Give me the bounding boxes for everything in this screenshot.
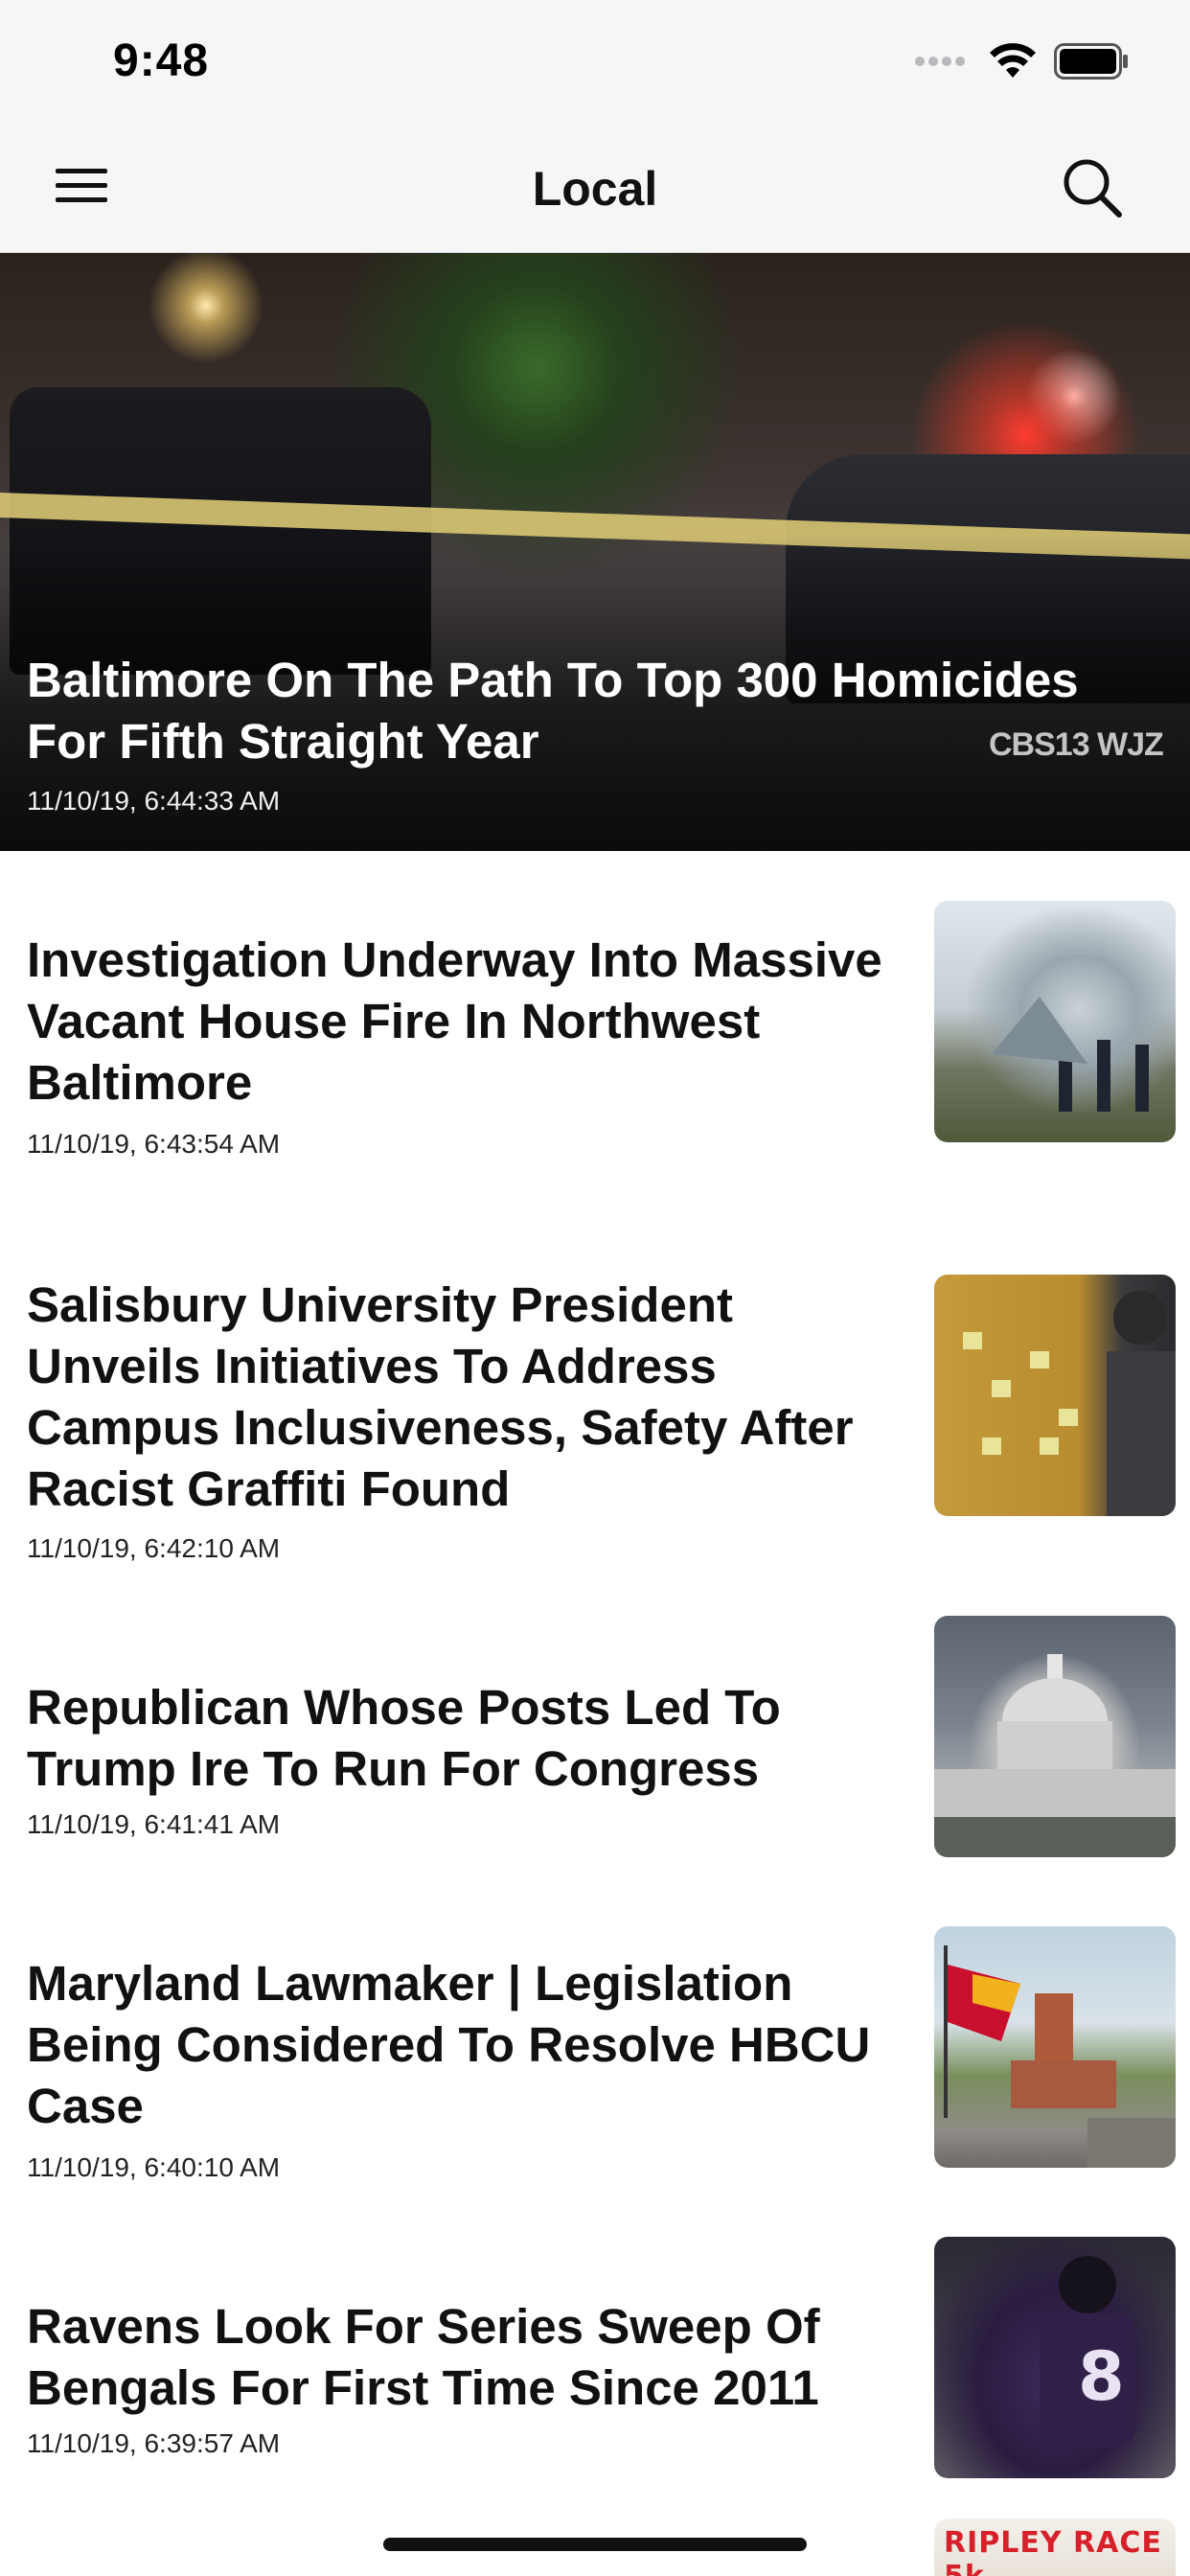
story-item[interactable]: Salisbury University President Unveils I…: [0, 1275, 1190, 1563]
home-indicator[interactable]: [383, 2538, 807, 2551]
story-thumbnail: [934, 1926, 1176, 2168]
sticky-notes-image: [963, 1291, 1176, 1516]
state-house-image: [944, 1945, 1176, 2168]
story-timestamp: 11/10/19, 6:42:10 AM: [27, 1533, 281, 1563]
battery-icon: [1054, 43, 1128, 80]
story-headline: Republican Whose Posts Led To Trump Ire …: [27, 1680, 781, 1796]
story-item[interactable]: Ravens Look For Series Sweep Of Bengals …: [0, 2237, 1190, 2478]
story-thumbnail: [934, 1275, 1176, 1516]
svg-text:8: 8: [1078, 2337, 1125, 2416]
hero-headline: Baltimore On The Path To Top 300 Homicid…: [27, 653, 1079, 769]
status-time: 9:48: [113, 35, 210, 86]
capitol-building-image: [934, 1654, 1176, 1857]
ravens-player-image: 8: [1040, 2256, 1135, 2448]
wifi-icon: [990, 43, 1036, 78]
page-title: Local: [532, 162, 658, 216]
search-button[interactable]: [1060, 155, 1136, 232]
story-item[interactable]: Republican Whose Posts Led To Trump Ire …: [0, 1616, 1190, 1857]
status-bar: 9:48: [0, 0, 1190, 126]
story-timestamp: 11/10/19, 6:41:41 AM: [27, 1809, 281, 1839]
story-thumbnail: [934, 1616, 1176, 1857]
story-timestamp: 11/10/19, 6:40:10 AM: [27, 2152, 281, 2182]
story-item[interactable]: Maryland Lawmaker | Legislation Being Co…: [0, 1926, 1190, 2182]
story-headline: Ravens Look For Series Sweep Of Bengals …: [27, 2299, 820, 2415]
cellular-signal-icon: [915, 57, 965, 66]
story-headline: Salisbury University President Unveils I…: [27, 1277, 854, 1516]
fire-scene-image: [992, 997, 1149, 1112]
hero-story[interactable]: CBS13 WJZ Baltimore On The Path To Top 3…: [0, 253, 1190, 851]
story-timestamp: 11/10/19, 6:39:57 AM: [27, 2428, 281, 2458]
story-item[interactable]: Investigation Underway Into Massive Vaca…: [0, 901, 1190, 1159]
story-headline: Maryland Lawmaker | Legislation Being Co…: [27, 1956, 871, 2133]
story-thumbnail-partial[interactable]: RIPLEY RACE 5k: [934, 2518, 1176, 2576]
status-icons: [914, 40, 1129, 82]
story-headline: Investigation Underway Into Massive Vaca…: [27, 932, 882, 1110]
hero-timestamp: 11/10/19, 6:44:33 AM: [27, 786, 281, 816]
search-icon: [1064, 159, 1122, 218]
thumbnail-caption: RIPLEY RACE 5k: [944, 2526, 1162, 2576]
story-thumbnail: [934, 901, 1176, 1142]
navigation-bar: Local: [0, 126, 1190, 253]
story-timestamp: 11/10/19, 6:43:54 AM: [27, 1129, 281, 1159]
story-thumbnail: 8: [934, 2237, 1176, 2478]
